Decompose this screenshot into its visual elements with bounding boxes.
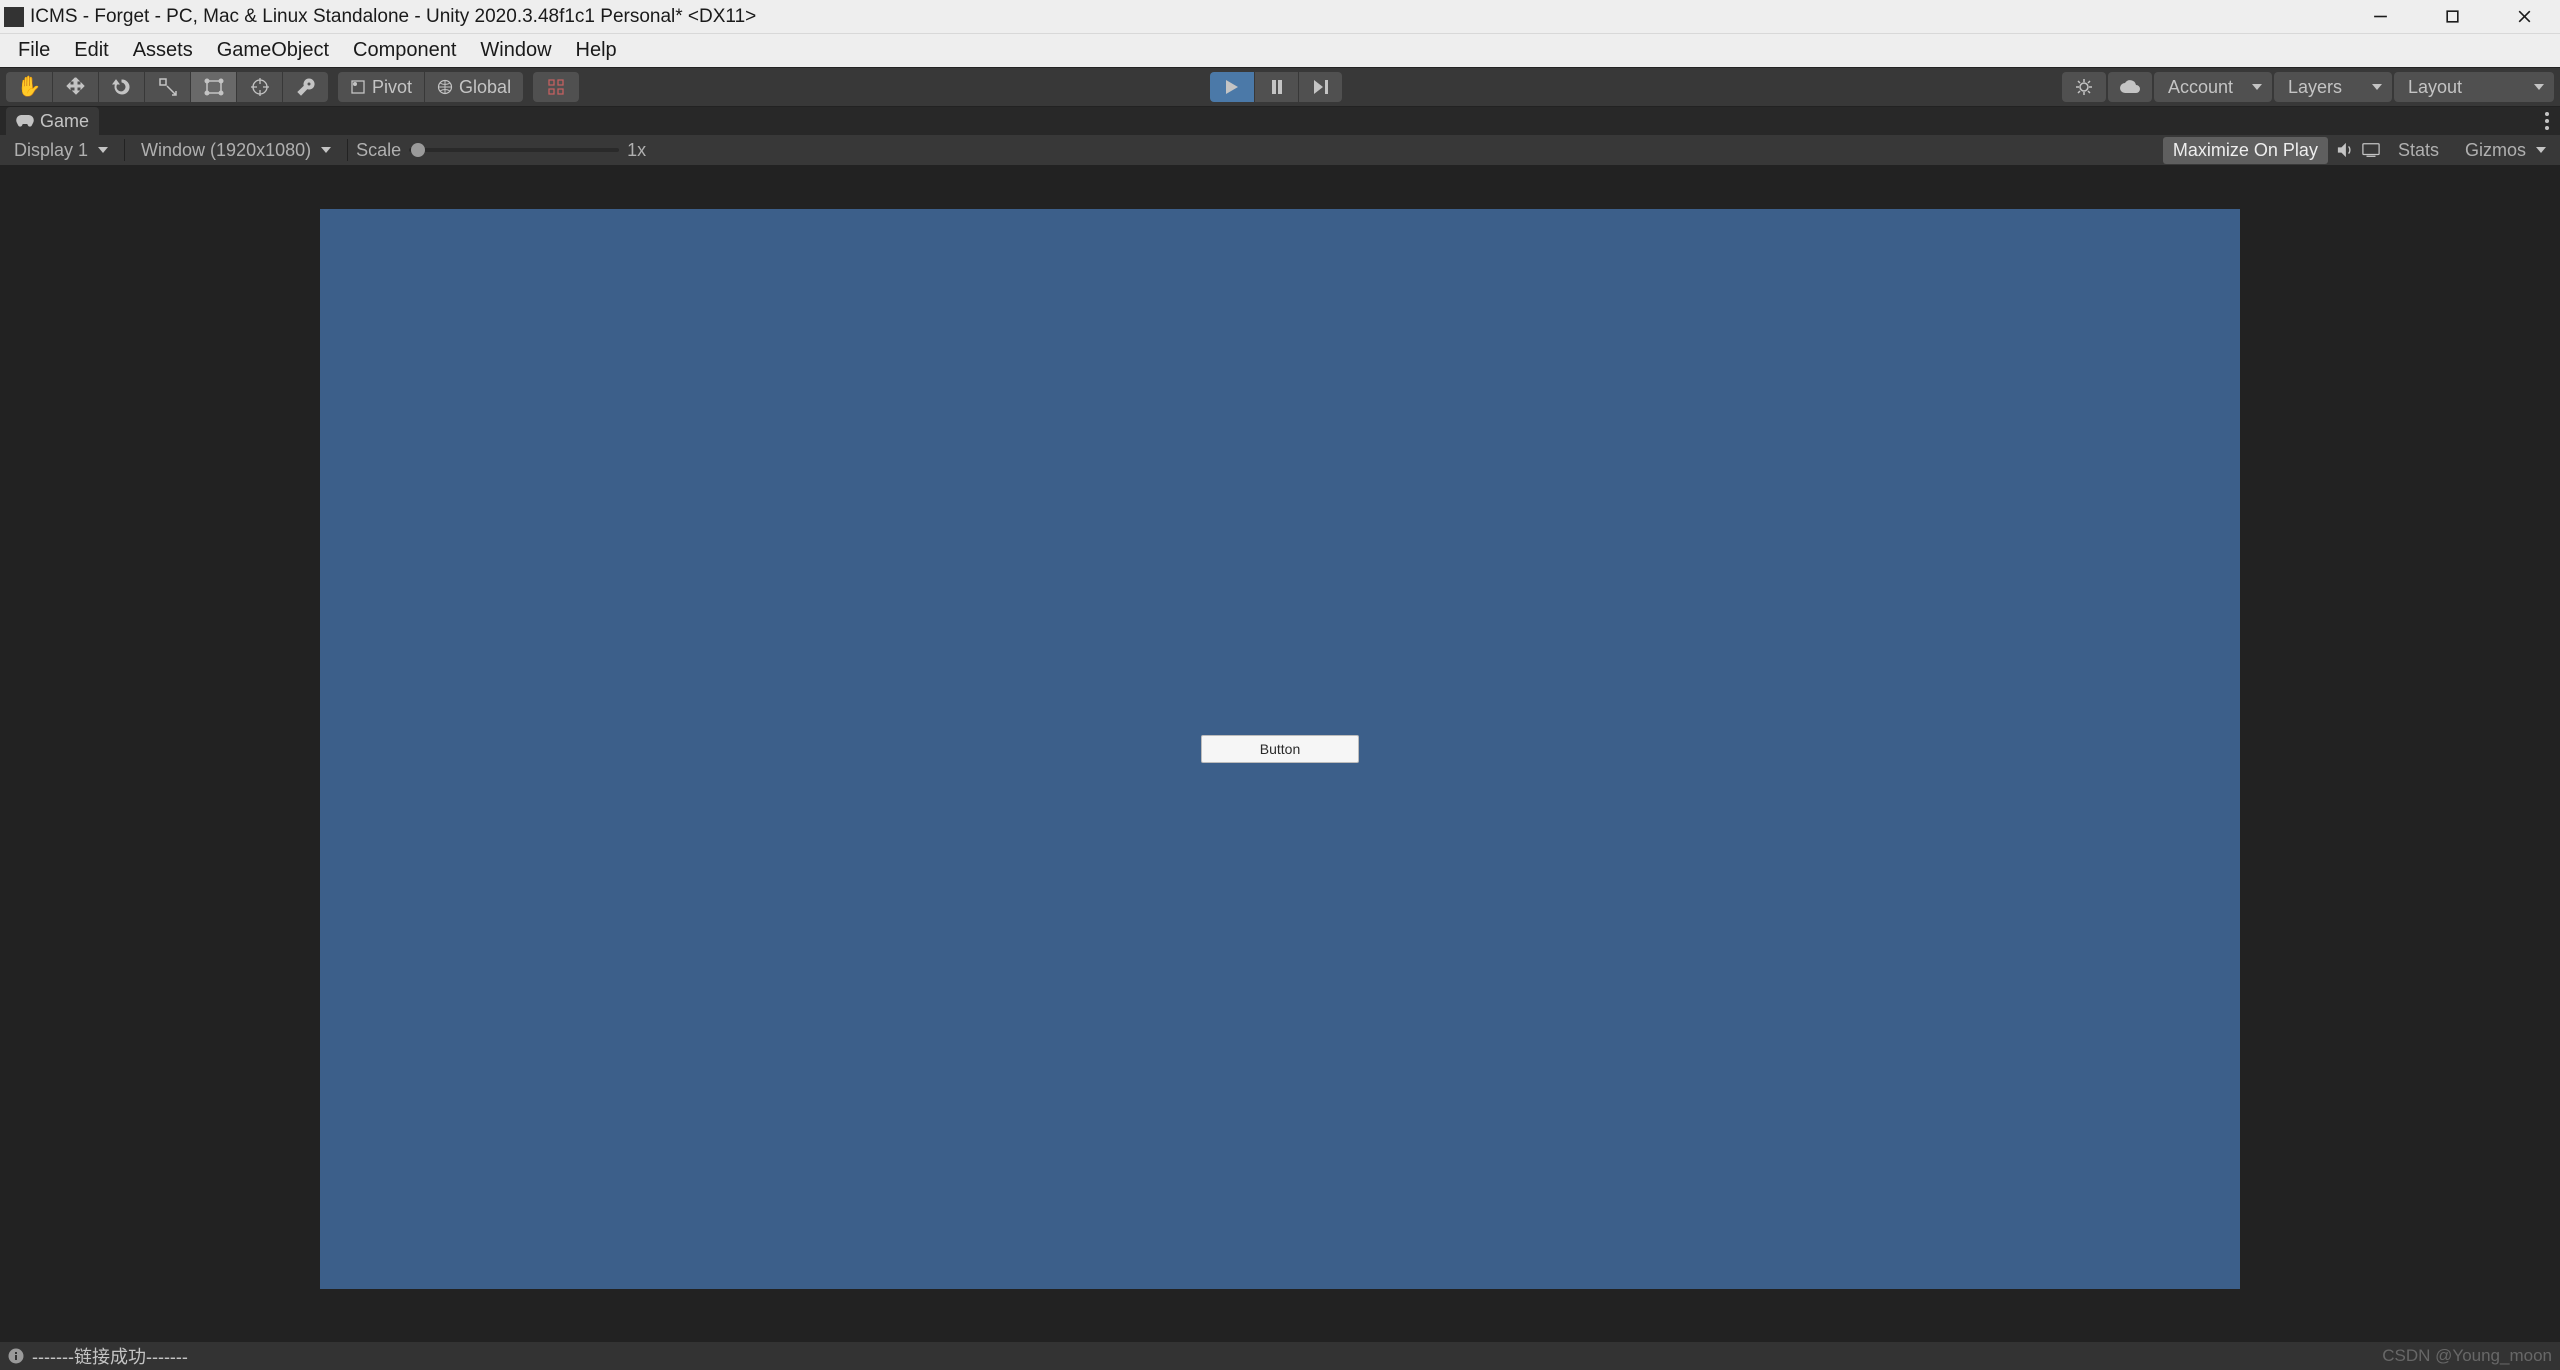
layout-dropdown-label: Layout (2408, 77, 2462, 98)
pivot-icon (350, 79, 366, 95)
pause-button[interactable] (1254, 72, 1298, 102)
window-title: ICMS - Forget - PC, Mac & Linux Standalo… (30, 6, 756, 28)
separator (347, 139, 348, 161)
move-icon (66, 77, 86, 97)
window-minimize-button[interactable] (2344, 0, 2416, 33)
scale-value: 1x (627, 140, 646, 161)
step-icon (1313, 79, 1329, 95)
transform-tool-group: ✋ (6, 72, 328, 102)
close-icon (2516, 8, 2533, 25)
vsync-icon[interactable] (2362, 142, 2380, 158)
scale-slider[interactable] (409, 148, 619, 152)
rotate-tool-button[interactable] (98, 72, 144, 102)
menu-help[interactable]: Help (564, 35, 629, 66)
gamepad-icon (16, 114, 34, 128)
menu-gameobject[interactable]: GameObject (205, 35, 341, 66)
scale-label: Scale (356, 140, 401, 161)
menu-file[interactable]: File (6, 35, 62, 66)
play-button[interactable] (1210, 72, 1254, 102)
menu-edit[interactable]: Edit (62, 35, 120, 66)
gear-icon (2074, 77, 2094, 97)
menu-window[interactable]: Window (468, 35, 563, 66)
window-maximize-button[interactable] (2416, 0, 2488, 33)
status-message: -------链接成功------- (32, 1343, 188, 1369)
hand-icon: ✋ (17, 77, 42, 97)
tab-game-label: Game (40, 111, 89, 132)
cloud-button[interactable] (2108, 72, 2152, 102)
rotate-icon (112, 77, 132, 97)
watermark-text: CSDN @Young_moon (2382, 1346, 2552, 1366)
watermark: CSDN @Young_moon (2382, 1346, 2552, 1366)
multi-tool-button[interactable] (236, 72, 282, 102)
info-icon (8, 1348, 24, 1364)
display-dropdown-label: Display 1 (14, 140, 88, 161)
snap-icon (546, 77, 566, 97)
play-icon (1225, 79, 1239, 95)
menu-component[interactable]: Component (341, 35, 468, 66)
unity-app-icon (4, 7, 24, 27)
mute-audio-icon[interactable] (2336, 142, 2354, 158)
gizmos-label: Gizmos (2465, 140, 2526, 161)
game-view-control-bar: Display 1 Window (1920x1080) Scale 1x Ma… (0, 135, 2560, 165)
window-titlebar: ICMS - Forget - PC, Mac & Linux Standalo… (0, 0, 2560, 33)
wrench-icon (296, 77, 316, 97)
chevron-down-icon (321, 147, 331, 153)
global-toggle-label: Global (459, 77, 511, 98)
pause-icon (1270, 79, 1284, 95)
tab-menu-button[interactable] (2540, 107, 2554, 135)
slider-thumb[interactable] (411, 143, 425, 157)
chevron-down-icon (2252, 84, 2262, 90)
status-bar: -------链接成功------- CSDN @Young_moon (0, 1342, 2560, 1370)
panel-tab-strip: Game (0, 107, 2560, 135)
multi-icon (250, 77, 270, 97)
game-viewport-area: Button (0, 165, 2560, 1342)
chevron-down-icon (2372, 84, 2382, 90)
global-toggle[interactable]: Global (424, 72, 523, 102)
chevron-down-icon (2534, 84, 2544, 90)
rect-icon (204, 78, 224, 96)
menu-bar: File Edit Assets GameObject Component Wi… (0, 33, 2560, 67)
account-dropdown-label: Account (2168, 77, 2233, 98)
stats-toggle[interactable]: Stats (2388, 137, 2449, 164)
scale-tool-button[interactable] (144, 72, 190, 102)
maximize-icon (2444, 8, 2461, 25)
account-dropdown[interactable]: Account (2154, 72, 2272, 102)
globe-icon (437, 79, 453, 95)
aspect-dropdown[interactable]: Window (1920x1080) (133, 140, 339, 161)
play-controls (1210, 72, 1342, 102)
rect-tool-button[interactable] (190, 72, 236, 102)
layout-dropdown[interactable]: Layout (2394, 72, 2554, 102)
collab-button[interactable] (2062, 72, 2106, 102)
main-toolbar: ✋ Pivot (0, 67, 2560, 107)
separator (124, 139, 125, 161)
hand-tool-button[interactable]: ✋ (6, 72, 52, 102)
scene-ui-button[interactable]: Button (1201, 735, 1359, 763)
game-canvas[interactable]: Button (320, 209, 2240, 1289)
minimize-icon (2372, 8, 2389, 25)
layers-dropdown[interactable]: Layers (2274, 72, 2392, 102)
chevron-down-icon (98, 147, 108, 153)
tab-game[interactable]: Game (6, 107, 99, 135)
menu-assets[interactable]: Assets (121, 35, 205, 66)
chevron-down-icon (2536, 147, 2546, 153)
layers-dropdown-label: Layers (2288, 77, 2342, 98)
move-tool-button[interactable] (52, 72, 98, 102)
scale-icon (159, 78, 177, 96)
custom-tool-button[interactable] (282, 72, 328, 102)
window-close-button[interactable] (2488, 0, 2560, 33)
aspect-dropdown-label: Window (1920x1080) (141, 140, 311, 161)
handle-mode-group: Pivot Global (338, 72, 523, 102)
display-dropdown[interactable]: Display 1 (6, 140, 116, 161)
snap-toggle[interactable] (533, 72, 579, 102)
step-button[interactable] (1298, 72, 1342, 102)
pivot-toggle-label: Pivot (372, 77, 412, 98)
cloud-icon (2119, 79, 2141, 95)
gizmos-dropdown[interactable]: Gizmos (2457, 140, 2554, 161)
pivot-toggle[interactable]: Pivot (338, 72, 424, 102)
maximize-on-play-toggle[interactable]: Maximize On Play (2163, 137, 2328, 164)
